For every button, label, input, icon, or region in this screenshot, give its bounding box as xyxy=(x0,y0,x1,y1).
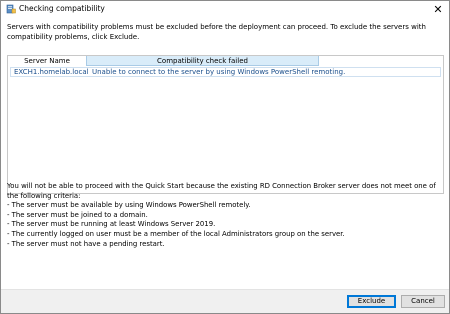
list-item: - The server must be available by using … xyxy=(7,201,251,210)
close-icon[interactable]: ✕ xyxy=(427,1,449,17)
list-item: - The server must be joined to a domain. xyxy=(7,210,148,219)
requirements-text: You will not be able to proceed with the… xyxy=(7,182,445,249)
title-bar: Checking compatibility ✕ xyxy=(1,1,449,17)
exclude-button[interactable]: Exclude xyxy=(347,295,396,308)
cancel-button[interactable]: Cancel xyxy=(401,295,445,308)
list-item: - The currently logged on user must be a… xyxy=(7,229,345,238)
cell-server-name: EXCH1.homelab.local xyxy=(14,68,89,76)
compatibility-grid[interactable]: Server Name Compatibility check failed E… xyxy=(7,55,444,194)
table-row[interactable]: EXCH1.homelab.local Unable to connect to… xyxy=(10,67,441,77)
list-item: - The server must be running at least Wi… xyxy=(7,220,216,229)
list-item: - The server must not have a pending res… xyxy=(7,239,165,248)
cell-status: Unable to connect to the server by using… xyxy=(92,68,346,76)
dialog-content: Servers with compatibility problems must… xyxy=(1,17,449,289)
button-bar: Exclude Cancel xyxy=(1,289,449,313)
window-title: Checking compatibility xyxy=(19,4,105,13)
requirements-intro: You will not be able to proceed with the… xyxy=(7,182,436,200)
server-manager-icon xyxy=(6,4,16,14)
column-header-server-name[interactable]: Server Name xyxy=(8,56,86,66)
dialog-window: Checking compatibility ✕ Servers with co… xyxy=(0,0,450,314)
intro-text: Servers with compatibility problems must… xyxy=(7,23,426,41)
requirements-list: - The server must be available by using … xyxy=(7,201,445,249)
grid-header: Server Name Compatibility check failed xyxy=(8,56,443,66)
column-header-compatibility[interactable]: Compatibility check failed xyxy=(86,56,319,66)
